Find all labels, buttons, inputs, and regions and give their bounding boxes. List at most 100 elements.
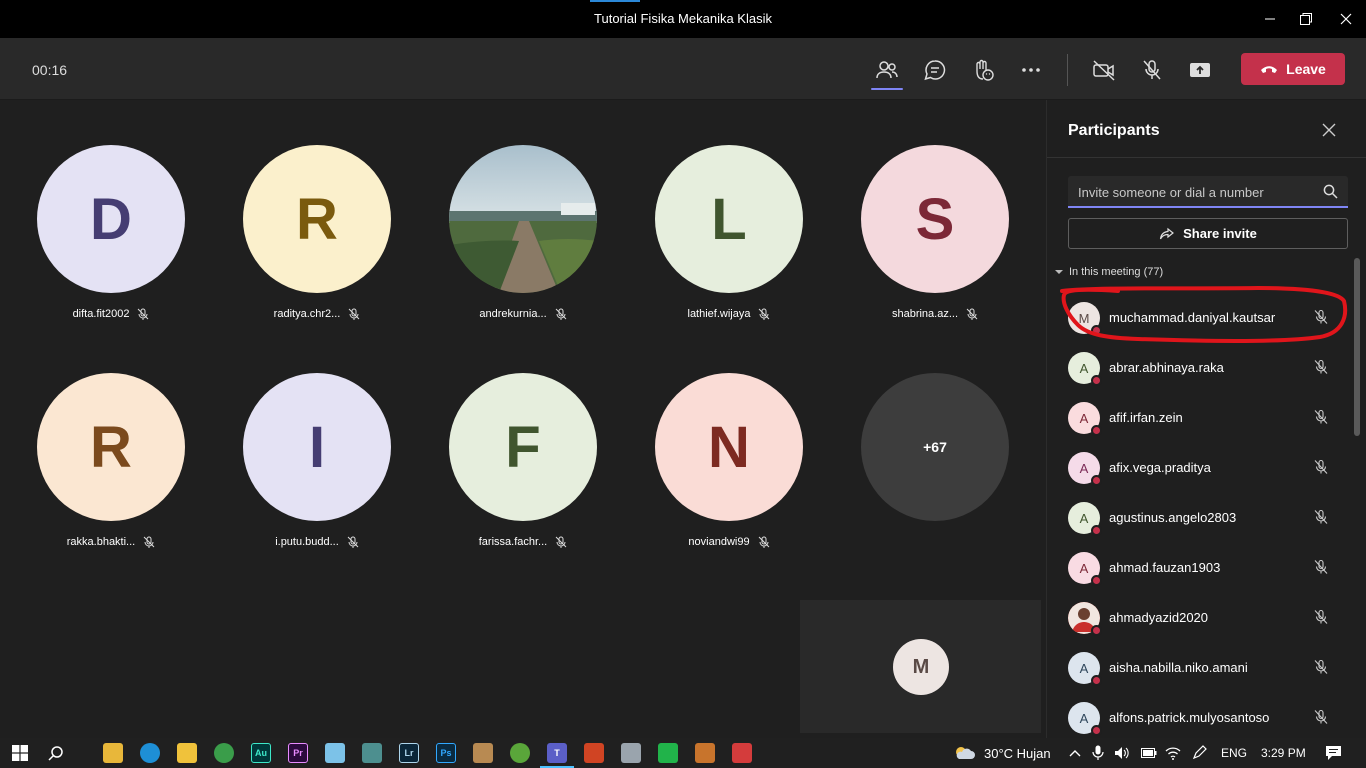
close-window-button[interactable] [1326, 6, 1366, 32]
tile-name-row: lathief.wijaya [626, 308, 832, 320]
title-highlight [590, 0, 640, 2]
more-actions-button[interactable] [1015, 56, 1047, 84]
participant-name: aisha.nabilla.niko.amani [1109, 660, 1248, 675]
share-icon [1160, 227, 1175, 239]
chevron-up-icon[interactable] [1069, 748, 1081, 758]
edge-app[interactable] [140, 743, 160, 763]
overflow-count[interactable]: +67 [861, 373, 1009, 521]
participant-name: muchammad.daniyal.kautsar [1109, 310, 1276, 325]
game-app[interactable] [732, 743, 752, 763]
participant-tile[interactable]: N noviandwi99 [626, 328, 832, 548]
restore-icon [1300, 13, 1312, 25]
search-icon [48, 746, 63, 761]
participants-panel: Participants Share invite In this meetin… [1046, 100, 1366, 738]
leave-label: Leave [1286, 61, 1326, 77]
line-app[interactable] [658, 743, 678, 763]
participant-tile[interactable]: F farissa.fachr... [420, 328, 626, 548]
tile-name-row: farissa.fachr... [420, 536, 626, 548]
tile-name-row: raditya.chr2... [214, 308, 420, 320]
participant-tile[interactable]: R raditya.chr2... [214, 100, 420, 320]
premiere-app[interactable]: Pr [288, 743, 308, 763]
overflow-tile[interactable]: +67 [832, 328, 1038, 548]
volume-icon[interactable] [1114, 746, 1130, 760]
notifications-icon[interactable] [1325, 745, 1342, 761]
photoshop-app[interactable]: Ps [436, 743, 456, 763]
participant-tile[interactable]: S shabrina.az... [832, 100, 1038, 320]
list-item[interactable]: A afif.irfan.zein [1047, 390, 1366, 440]
participant-name: ahmadyazid2020 [1109, 610, 1209, 625]
list-item[interactable]: A agustinus.angelo2803 [1047, 490, 1366, 540]
battery-icon[interactable] [1141, 747, 1157, 759]
store-app[interactable] [177, 743, 197, 763]
participant-tile[interactable]: I i.putu.budd... [214, 328, 420, 548]
avatar: S [861, 145, 1009, 293]
invite-field[interactable] [1068, 176, 1348, 208]
list-item[interactable]: A abrar.abhinaya.raka [1047, 340, 1366, 390]
raise-hand-button[interactable] [967, 56, 999, 84]
winrar-app[interactable] [473, 743, 493, 763]
list-item[interactable]: A alfons.patrick.mulyosantoso [1047, 690, 1366, 740]
file-explorer-app[interactable] [103, 743, 123, 763]
share-screen-button[interactable] [1184, 56, 1216, 84]
start-button[interactable] [10, 743, 30, 763]
clock[interactable]: 3:29 PM [1261, 746, 1306, 760]
avatar: A [1068, 552, 1102, 586]
pen-icon[interactable] [1191, 745, 1207, 761]
office-app[interactable] [584, 743, 604, 763]
mic-off-icon [1314, 459, 1328, 474]
list-item[interactable]: M muchammad.daniyal.kautsar [1047, 290, 1366, 340]
avatar: A [1068, 452, 1102, 486]
avatar-initial: A [1079, 510, 1089, 526]
avatar: R [37, 373, 185, 521]
participant-tile[interactable]: D difta.fit2002 [8, 100, 214, 320]
panel-close-button[interactable] [1319, 120, 1339, 140]
language-indicator[interactable]: ENG [1221, 746, 1247, 760]
media-app[interactable] [362, 743, 382, 763]
wifi-icon[interactable] [1165, 746, 1181, 760]
window-title: Tutorial Fisika Mekanika Klasik [594, 11, 772, 26]
leave-button[interactable]: Leave [1241, 53, 1345, 85]
audio-app[interactable] [621, 743, 641, 763]
participant-name: afif.irfan.zein [1109, 410, 1183, 425]
invite-input[interactable] [1078, 182, 1318, 202]
chrome-app[interactable] [214, 743, 234, 763]
mic-off-icon [347, 536, 359, 548]
minimize-button[interactable] [1250, 6, 1290, 32]
mic-button[interactable] [1136, 56, 1168, 84]
close-icon [1340, 13, 1352, 25]
camera-button[interactable] [1088, 56, 1120, 84]
presence-busy-icon [1091, 325, 1102, 336]
panel-header: Participants [1047, 100, 1366, 158]
share-invite-button[interactable]: Share invite [1068, 218, 1348, 249]
search-button[interactable] [46, 743, 66, 763]
lightroom-app[interactable]: Lr [399, 743, 419, 763]
weather-text[interactable]: 30°C Hujan [984, 746, 1051, 761]
list-item[interactable]: A aisha.nabilla.niko.amani [1047, 640, 1366, 690]
mic-off-icon [1314, 309, 1328, 324]
participant-tile[interactable]: andrekurnia... [420, 100, 626, 320]
participant-name: andrekurnia... [479, 308, 547, 320]
participant-tile[interactable]: R rakka.bhakti... [8, 328, 214, 548]
paint-app[interactable] [695, 743, 715, 763]
mic-off-icon [1314, 409, 1328, 424]
list-item[interactable]: A afix.vega.praditya [1047, 440, 1366, 490]
mic-off-icon [1314, 559, 1328, 574]
list-item[interactable]: A ahmad.fauzan1903 [1047, 540, 1366, 590]
teams-app[interactable]: T [540, 743, 574, 768]
list-item[interactable]: ahmadyazid2020 [1047, 590, 1366, 640]
utorrent-app[interactable] [510, 743, 530, 763]
participant-tile[interactable]: L lathief.wijaya [626, 100, 832, 320]
participants-button[interactable] [871, 56, 903, 90]
panel-scrollbar[interactable] [1354, 258, 1360, 436]
mic-icon[interactable] [1092, 745, 1104, 761]
chat-button[interactable] [919, 56, 951, 84]
avatar: N [655, 373, 803, 521]
in-meeting-section[interactable]: In this meeting (77) [1055, 266, 1163, 278]
mic-off-icon [1314, 359, 1328, 374]
toolbar-divider [1067, 54, 1068, 86]
avatar-initial: A [1079, 410, 1089, 426]
audition-app[interactable]: Au [251, 743, 271, 763]
notepad-app[interactable] [325, 743, 345, 763]
mic-off-icon [138, 308, 149, 320]
maximize-button[interactable] [1286, 6, 1326, 32]
